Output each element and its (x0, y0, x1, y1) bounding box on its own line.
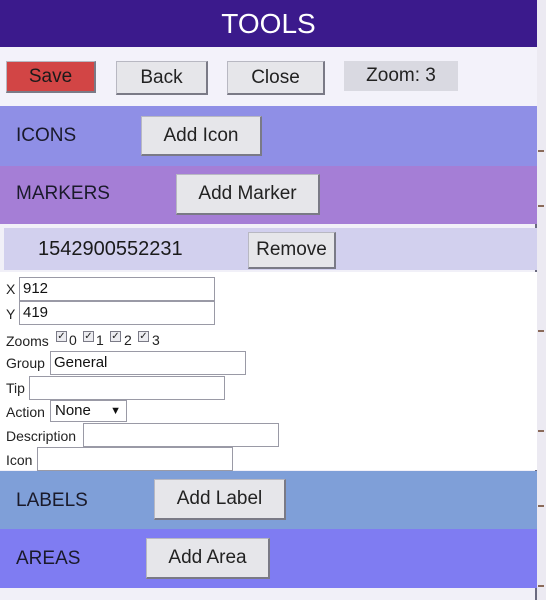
y-field[interactable]: 419 (19, 301, 215, 325)
map-edge-mark (538, 150, 544, 152)
add-label-button[interactable]: Add Label (154, 479, 286, 520)
action-label: Action (6, 404, 45, 420)
tools-title: TOOLS (0, 0, 537, 47)
labels-section-label: LABELS (16, 490, 88, 511)
y-label: Y (6, 306, 16, 322)
x-label: X (6, 281, 16, 297)
marker-id: 1542900552231 (38, 238, 183, 260)
add-area-button[interactable]: Add Area (146, 538, 270, 579)
map-edge-mark (538, 505, 544, 507)
tools-panel: TOOLS Save Back Close Zoom: 3 ICONS Add … (0, 0, 537, 600)
description-label: Description (6, 428, 77, 444)
dropdown-arrow-icon: ▼ (110, 405, 121, 417)
areas-section-label: AREAS (16, 548, 81, 569)
action-select[interactable]: None ▼ (50, 400, 127, 422)
map-edge-mark (538, 430, 544, 432)
x-field[interactable]: 912 (19, 277, 215, 301)
save-button[interactable]: Save (6, 61, 96, 93)
zoom-0-checkbox[interactable]: ✓ (56, 331, 67, 342)
zooms-label: Zooms (6, 333, 49, 349)
map-edge-mark (538, 330, 544, 332)
remove-marker-button[interactable]: Remove (248, 232, 336, 269)
description-field[interactable] (83, 423, 279, 447)
map-edge-mark (538, 205, 544, 207)
action-select-value: None (55, 402, 91, 419)
zoom-level: Zoom: 3 (344, 61, 458, 91)
markers-section-label: MARKERS (16, 183, 110, 204)
zoom-1-checkbox[interactable]: ✓ (83, 331, 94, 342)
tip-field[interactable] (29, 376, 225, 400)
marker-form: X 912 Y 419 Zooms ✓ 0 ✓ 1 ✓ 2 ✓ 3 Group … (0, 272, 537, 471)
icon-field[interactable] (37, 447, 233, 471)
map-edge-mark (538, 585, 544, 587)
group-field[interactable]: General (50, 351, 246, 375)
add-icon-button[interactable]: Add Icon (141, 116, 262, 156)
icons-section: ICONS Add Icon (0, 106, 537, 166)
areas-section: AREAS Add Area (0, 529, 537, 588)
icons-section-label: ICONS (16, 125, 77, 146)
map-background-edge (537, 0, 546, 600)
close-button[interactable]: Close (227, 61, 325, 95)
add-marker-button[interactable]: Add Marker (176, 174, 320, 215)
group-label: Group (6, 355, 45, 371)
zoom-3-checkbox[interactable]: ✓ (138, 331, 149, 342)
back-button[interactable]: Back (116, 61, 208, 95)
zoom-2-label: 2 (124, 332, 132, 348)
zoom-3-label: 3 (152, 332, 160, 348)
marker-item: 1542900552231 Remove (4, 228, 537, 270)
toolbar: Save Back Close Zoom: 3 (0, 47, 537, 106)
icon-label: Icon (6, 452, 33, 468)
zoom-2-checkbox[interactable]: ✓ (110, 331, 121, 342)
zoom-1-label: 1 (96, 332, 104, 348)
labels-section: LABELS Add Label (0, 471, 537, 529)
zoom-0-label: 0 (69, 332, 77, 348)
tip-label: Tip (6, 380, 25, 396)
markers-section: MARKERS Add Marker (0, 166, 537, 224)
